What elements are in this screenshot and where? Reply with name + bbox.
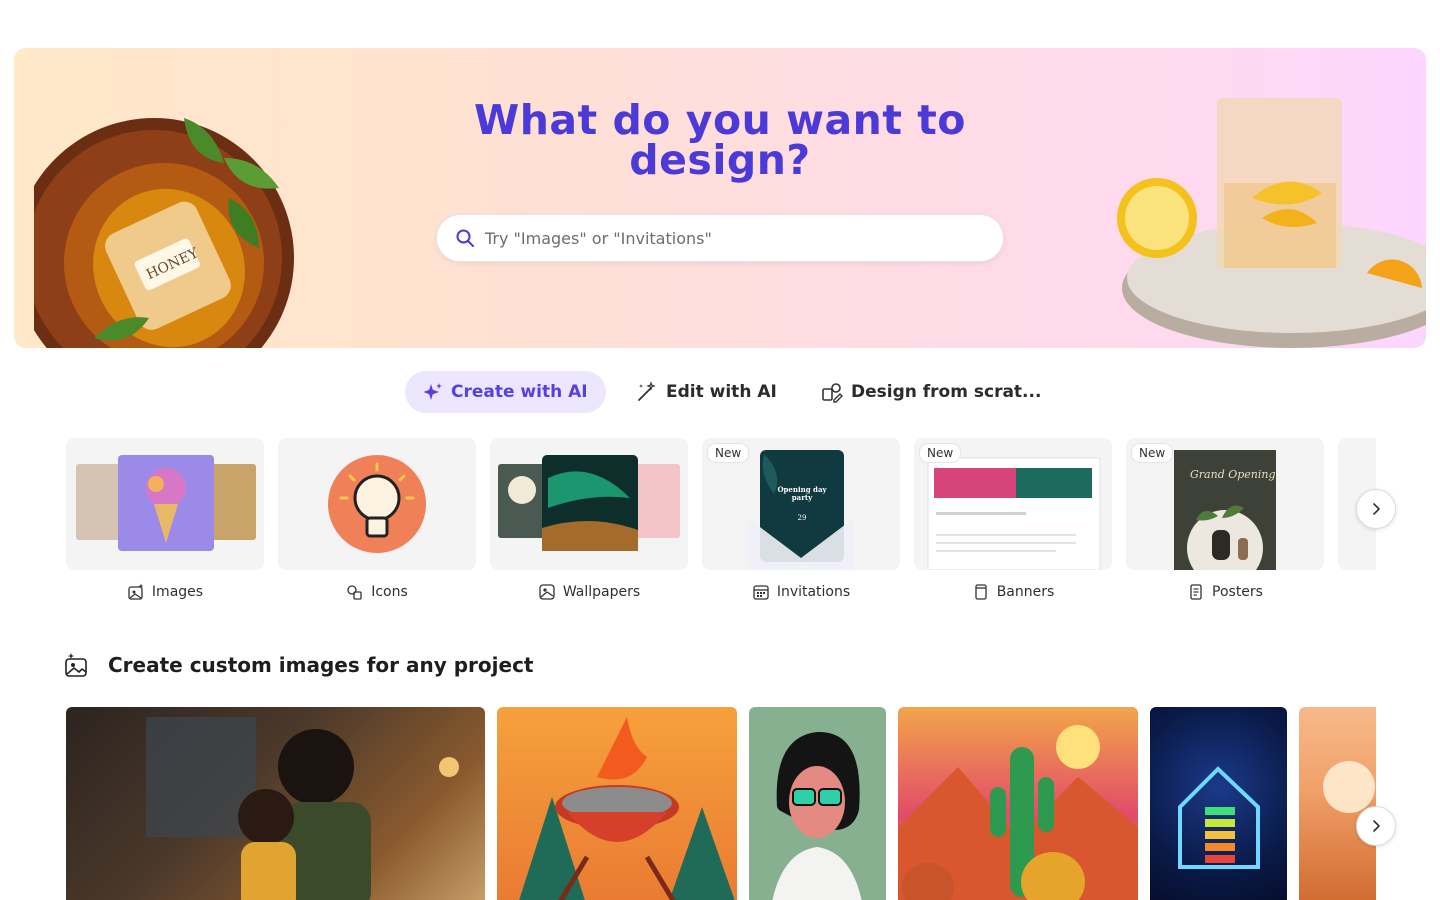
- card-label: Posters: [1212, 584, 1263, 600]
- tab-create-with-ai[interactable]: Create with AI: [405, 371, 606, 413]
- card-label: Wallpapers: [562, 584, 641, 600]
- image-sparkle-icon: [128, 583, 144, 600]
- card-label: Icons: [371, 584, 408, 600]
- gallery-image-grill[interactable]: [497, 707, 737, 900]
- svg-text:party: party: [792, 493, 813, 502]
- search-input[interactable]: [485, 228, 965, 248]
- hero-title-line1: What do you want to: [474, 96, 966, 144]
- card-thumbnail: [490, 438, 688, 570]
- category-card-icons[interactable]: Icons: [278, 438, 476, 601]
- image-gallery: [66, 707, 1376, 900]
- tab-edit-with-ai[interactable]: Edit with AI: [618, 371, 795, 413]
- category-carousel: Images Icons Wallpapers New Opening day …: [66, 438, 1376, 618]
- card-label: Images: [151, 584, 204, 600]
- new-badge: New: [1132, 444, 1173, 462]
- gallery-image-mother-child[interactable]: [66, 707, 485, 900]
- calendar-icon: [753, 585, 769, 600]
- card-thumbnail: New: [914, 438, 1112, 570]
- sunset-art: [1323, 761, 1375, 813]
- section-header: Create custom images for any project: [64, 652, 534, 678]
- svg-text:29: 29: [798, 514, 807, 522]
- search-bar[interactable]: [436, 214, 1004, 262]
- grill-art: [519, 717, 735, 900]
- card-thumbnail: New Grand Opening: [1126, 438, 1324, 570]
- lightbulb-thumbnail-art: [328, 455, 426, 553]
- gallery-image-neon-house[interactable]: [1150, 707, 1287, 900]
- mother-child-art: [146, 717, 459, 900]
- hero-banner: HONEY What do you want to design?: [14, 48, 1426, 348]
- category-card-banners[interactable]: New Banners: [914, 438, 1112, 601]
- wallpaper-icon: [539, 584, 555, 600]
- category-card-invitations[interactable]: New Opening day party 29 Invitations: [702, 438, 900, 601]
- gallery-image-sunset[interactable]: [1299, 707, 1376, 900]
- tab-label: Design from scrat...: [851, 382, 1042, 402]
- card-thumbnail: [66, 438, 264, 570]
- chevron-right-icon: [1373, 820, 1380, 832]
- wallpapers-thumbnail-art: [498, 455, 680, 551]
- tab-label: Edit with AI: [666, 382, 777, 402]
- card-label: Invitations: [776, 584, 851, 600]
- sparkle-icon: [423, 383, 442, 400]
- woman-glasses-art: [772, 731, 862, 900]
- gallery-image-woman-glasses[interactable]: [749, 707, 886, 900]
- hero-title: What do you want to design?: [14, 96, 1426, 184]
- section-title: Create custom images for any project: [108, 653, 534, 677]
- mode-tabs: Create with AI Edit with AI Design from …: [0, 371, 1440, 413]
- neon-house-art: [1178, 766, 1260, 869]
- new-badge: New: [920, 444, 961, 462]
- images-thumbnail-art: [76, 455, 256, 551]
- gallery-next-button[interactable]: [1356, 806, 1396, 846]
- svg-text:Grand Opening: Grand Opening: [1190, 468, 1276, 481]
- banner-icon: [975, 584, 987, 600]
- card-label: Banners: [996, 584, 1055, 600]
- category-card-posters[interactable]: New Grand Opening Posters: [1126, 438, 1324, 601]
- gallery-image-cactus-desert[interactable]: [898, 707, 1138, 900]
- new-badge: New: [708, 444, 749, 462]
- carousel-next-button[interactable]: [1356, 489, 1396, 529]
- category-card-wallpapers[interactable]: Wallpapers: [490, 438, 688, 601]
- card-thumbnail: New Opening day party 29: [702, 438, 900, 570]
- category-card-images[interactable]: Images: [66, 438, 264, 601]
- shapes-edit-icon: [822, 383, 843, 403]
- tab-label: Create with AI: [451, 382, 588, 402]
- image-sparkle-icon: [65, 652, 87, 677]
- cactus-desert-art: [898, 725, 1138, 900]
- shapes-icon: [347, 585, 362, 600]
- chevron-right-icon: [1373, 503, 1380, 515]
- poster-icon: [1190, 584, 1202, 600]
- search-icon: [456, 229, 474, 247]
- hero-title-line2: design?: [629, 136, 811, 184]
- magic-wand-icon: [638, 381, 656, 401]
- tab-design-from-scratch[interactable]: Design from scrat...: [803, 371, 1059, 413]
- card-thumbnail: [278, 438, 476, 570]
